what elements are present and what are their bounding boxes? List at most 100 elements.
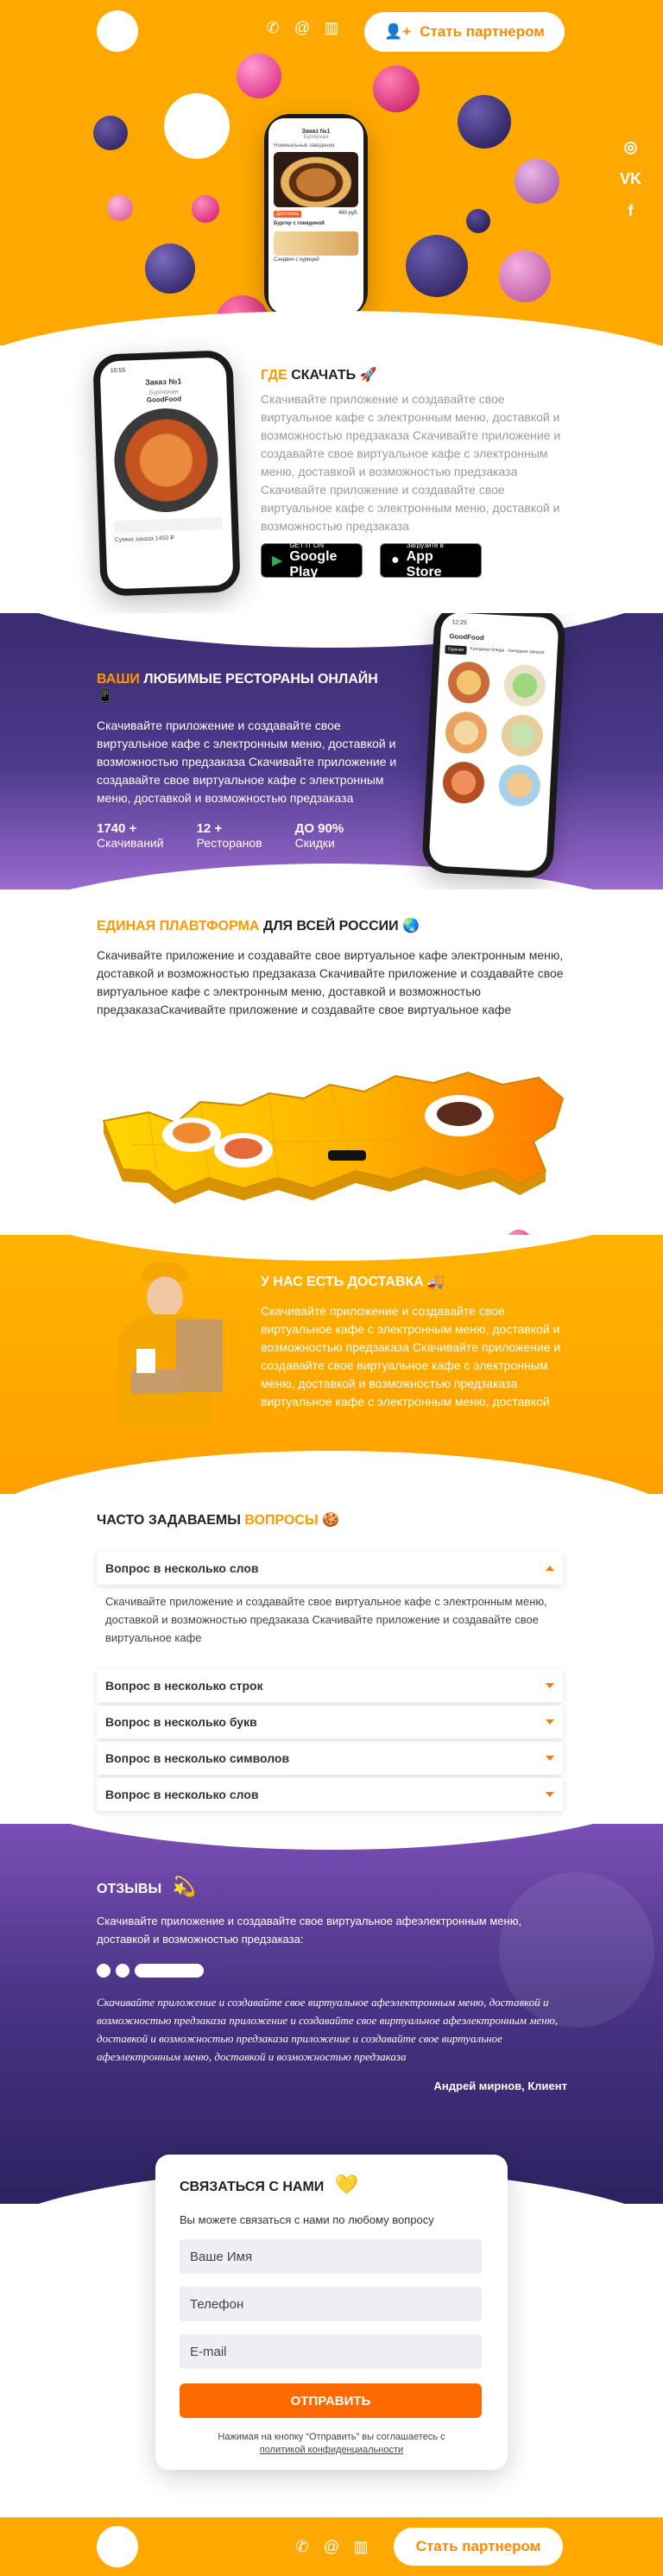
decor-ball [466, 209, 490, 233]
apple-icon: ● [391, 553, 400, 567]
footer-contact-icons: ✆ @ ▥ [294, 2538, 369, 2556]
faq-question-4[interactable]: Вопрос в несколько символов [97, 1742, 563, 1775]
footer-partner-button[interactable]: Стать партнером [394, 2528, 563, 2566]
stat-label: Скидки [294, 836, 335, 850]
at-icon[interactable]: @ [294, 19, 311, 37]
restaurants-phone-mockup: 12:25 GoodFood Горячее Холодные блюда Хо… [420, 613, 567, 879]
google-play-button[interactable]: ▶ GET IT ON Google Play [261, 541, 363, 579]
food-box [131, 1370, 180, 1394]
become-partner-button[interactable]: 👤+ Стать партнером [364, 12, 565, 52]
app-store-button[interactable]: ● Загрузите в App Store [380, 541, 482, 579]
courier-face [147, 1276, 183, 1318]
reviews-title: ОТЗЫВЫ 💫 [97, 1876, 567, 1898]
phone-field[interactable] [180, 2287, 482, 2321]
chevron-down-icon [546, 1683, 554, 1688]
heart-icon: 💛 [334, 2174, 359, 2195]
pager-active-dot[interactable] [135, 1964, 204, 1978]
faq-title-rest: ЧАСТО ЗАДАВАЕМЫ [97, 1513, 241, 1528]
decor-ball [373, 66, 420, 112]
footer-partner-label: Стать партнером [415, 2538, 541, 2554]
platform-title: ЕДИНАЯ ПЛАВТФОРМА ДЛЯ ВСЕЙ РОССИИ 🌏 [97, 917, 567, 934]
building-icon[interactable]: ▥ [352, 2538, 369, 2556]
dish-card[interactable] [442, 658, 496, 706]
faq-question-3[interactable]: Вопрос в несколько букв [97, 1706, 563, 1738]
contact-title: СВЯЗАТЬСЯ С НАМИ 💛 [180, 2174, 358, 2196]
pager-dot[interactable] [97, 1964, 110, 1978]
instagram-icon[interactable]: ◎ [624, 138, 638, 156]
hero-phone-mockup: Заказ №1 Бургерная Номинальные заведения… [264, 114, 368, 318]
google-play-small: GET IT ON [289, 541, 325, 549]
delivery-title-text: У НАС ЕСТЬ ДОСТАВКА [261, 1275, 424, 1289]
app-store-small: Загрузите в [406, 541, 444, 549]
decor-ball [499, 250, 551, 302]
chevron-up-icon [546, 1566, 554, 1571]
stat-value: 12 + [196, 821, 223, 836]
decor-ball [164, 93, 230, 159]
decor-ball [192, 195, 219, 223]
download-phone-mockup: 10:55 Заказ №1 Бургерная GoodFood Сумма … [92, 350, 241, 597]
hero-bottom-curve [0, 311, 663, 345]
hero-phone-badge: Доставка [274, 211, 301, 218]
restaurants-text: Скачивайте приложение и создавайте свое … [97, 718, 397, 805]
review-quote: Скачивайте приложение и создавайте свое … [97, 1996, 559, 2063]
logo[interactable] [97, 10, 138, 52]
faq-answer-1: Скачивайте приложение и создавайте свое … [105, 1595, 547, 1644]
dish-card[interactable] [439, 708, 493, 756]
stat-value: 1740 + [97, 821, 137, 836]
download-title-accent: ГДЕ [261, 368, 287, 383]
dish-card[interactable] [437, 758, 490, 807]
tab-cold-snacks[interactable]: Холодные закуски [508, 649, 545, 659]
reviews-section: ОТЗЫВЫ 💫 Скачивайте приложение и создава… [0, 1824, 663, 2204]
platform-section: ЕДИНАЯ ПЛАВТФОРМА ДЛЯ ВСЕЙ РОССИИ 🌏 Скач… [97, 917, 567, 1019]
decor-ball [145, 244, 195, 294]
decor-ball [237, 54, 281, 98]
restaurants-title-accent: ВАШИ [97, 672, 140, 687]
add-user-icon: 👤+ [384, 23, 412, 40]
privacy-policy-link[interactable]: политикой конфиденциальности [260, 2445, 403, 2455]
faq-question-1[interactable]: Вопрос в несколько слов [97, 1552, 563, 1585]
burger-image [274, 152, 358, 207]
paper-bag [176, 1320, 223, 1392]
stat-downloads: 1740 + Скачиваний [97, 821, 164, 850]
contact-subtitle: Вы можете связаться с нами по любому воп… [180, 2213, 434, 2226]
stat-restaurants: 12 + Ресторанов [197, 821, 262, 850]
dish-card[interactable] [498, 661, 552, 710]
platform-title-rest: ДЛЯ ВСЕЙ РОССИИ [262, 919, 399, 934]
dish-grid [432, 654, 557, 815]
social-links: ◎ VK f [620, 138, 641, 220]
decor-ball [515, 159, 559, 204]
dish-card[interactable] [496, 712, 549, 760]
delivery-section: У НАС ЕСТЬ ДОСТАВКА 🚚 Скачивайте приложе… [0, 1235, 663, 1494]
delivery-content: У НАС ЕСТЬ ДОСТАВКА 🚚 Скачивайте приложе… [261, 1273, 568, 1411]
tab-cold-dishes[interactable]: Холодные блюда [470, 646, 504, 656]
download-title: ГДЕ СКАЧАТЬ 🚀 [261, 366, 571, 383]
name-field[interactable] [180, 2239, 482, 2274]
phone-icon[interactable]: ✆ [294, 2538, 311, 2556]
chevron-down-icon [546, 1792, 554, 1797]
google-play-icon: ▶ [272, 554, 283, 568]
hero-phone-section: Номинальные заведения [274, 143, 335, 149]
tab-hot[interactable]: Горячее [445, 644, 467, 655]
footer-logo[interactable] [97, 2526, 138, 2567]
facebook-icon[interactable]: f [628, 202, 634, 220]
building-icon[interactable]: ▥ [323, 19, 340, 37]
hero-phone-price: 490 руб. [338, 211, 358, 216]
download-phone-screen: 10:55 Заказ №1 Бургерная GoodFood Сумма … [99, 357, 234, 590]
dish-image [112, 406, 220, 515]
at-icon[interactable]: @ [323, 2538, 340, 2556]
consent-text: Нажимая на кнопку “Отправить” вы соглаша… [155, 2431, 508, 2457]
phone-icon[interactable]: ✆ [264, 19, 281, 37]
vk-icon[interactable]: VK [620, 170, 641, 188]
faq-question-2[interactable]: Вопрос в несколько строк [97, 1669, 563, 1702]
cookie-icon: 🍪 [322, 1513, 339, 1528]
email-field[interactable] [180, 2334, 482, 2369]
restaurants-title: ВАШИ ЛЮБИМЫЕ РЕСТОРАНЫ ОНЛАЙН 📱 [97, 672, 399, 705]
faq-question-5[interactable]: Вопрос в несколько слов [97, 1778, 563, 1811]
restaurants-phone-screen: 12:25 GoodFood Горячее Холодные блюда Хо… [428, 613, 559, 872]
submit-button[interactable]: ОТПРАВИТЬ [180, 2383, 482, 2418]
decor-ball [458, 95, 511, 149]
hero-phone-title: Заказ №1 [301, 129, 331, 135]
dish-card[interactable] [493, 762, 546, 810]
download-phone-title: Заказ №1 [144, 377, 182, 387]
pager-dot[interactable] [116, 1964, 129, 1978]
